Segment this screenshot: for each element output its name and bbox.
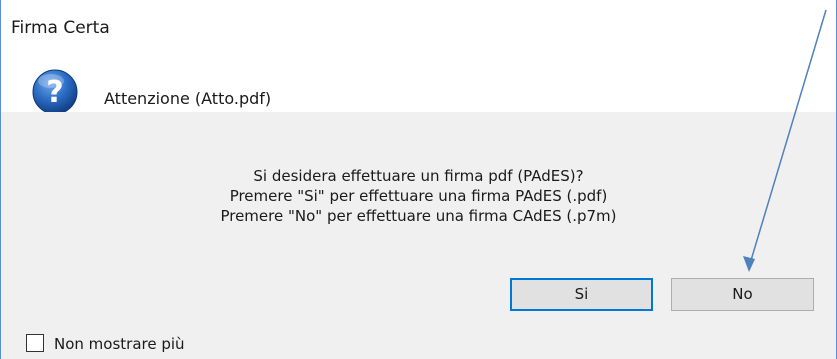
dialog-window: Firma Certa ? Attenzione (Atto.pdf) Si d… (0, 0, 837, 359)
message-line: Premere "No" per effettuare una firma CA… (220, 207, 617, 225)
dialog-heading: Attenzione (Atto.pdf) (104, 89, 272, 108)
dialog-body: Si desidera effettuare un firma pdf (PAd… (1, 112, 836, 359)
message-text: Si desidera effettuare un firma pdf (PAd… (1, 166, 836, 226)
message-line: Si desidera effettuare un firma pdf (PAd… (253, 167, 584, 185)
title-bar: Firma Certa (1, 0, 836, 54)
svg-text:?: ? (46, 75, 63, 110)
dont-show-again-checkbox[interactable] (26, 334, 44, 352)
yes-button[interactable]: Si (510, 278, 653, 311)
dont-show-again-label[interactable]: Non mostrare più (54, 334, 185, 354)
window-title: Firma Certa (11, 18, 110, 38)
question-icon: ? (31, 68, 79, 116)
dialog-header: ? Attenzione (Atto.pdf) (1, 54, 836, 115)
no-button[interactable]: No (671, 278, 814, 311)
message-line: Premere "Si" per effettuare una firma PA… (229, 187, 608, 205)
